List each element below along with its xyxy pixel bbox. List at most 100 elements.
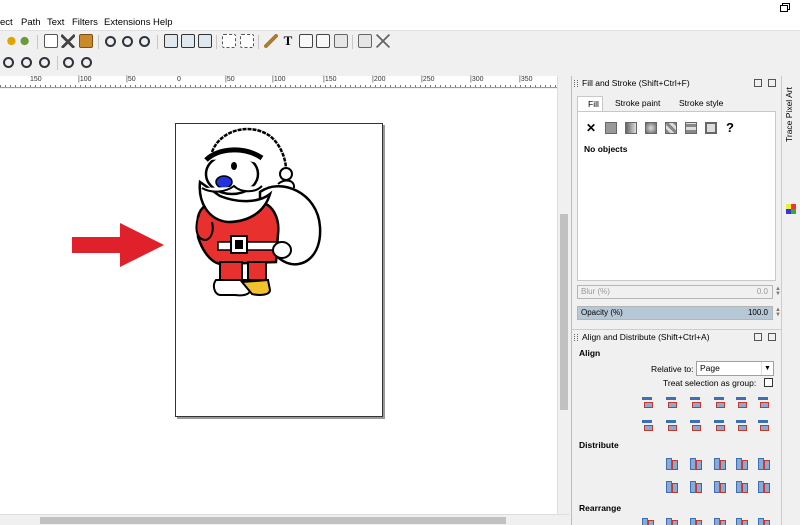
rearrange-icon[interactable] — [664, 516, 679, 525]
window-restore-icon[interactable] — [780, 3, 790, 12]
align-left-icon[interactable] — [664, 394, 679, 409]
ruler-label: |50 — [126, 76, 136, 83]
distribute-baseline-h-icon[interactable] — [756, 456, 771, 471]
unknown-paint-icon[interactable]: ? — [726, 121, 738, 134]
vertical-scrollbar[interactable] — [557, 76, 569, 514]
distribute-center-h-icon[interactable] — [688, 456, 703, 471]
align-center-vertical-icon[interactable] — [688, 394, 703, 409]
horizontal-scrollbar[interactable] — [0, 514, 569, 525]
grip-icon[interactable] — [574, 334, 578, 341]
ruler-label: |300 — [470, 76, 484, 83]
menu-extensions[interactable]: Extensions — [104, 17, 150, 28]
rearrange-icon[interactable] — [756, 516, 771, 525]
distribute-baseline-v-icon[interactable] — [756, 479, 771, 494]
ungroup-icon[interactable] — [240, 34, 254, 48]
flat-color-icon[interactable] — [605, 122, 617, 134]
align-left-edge-icon[interactable] — [734, 394, 749, 409]
align-right-edge-icon[interactable] — [640, 394, 655, 409]
preferences-icon[interactable] — [376, 34, 390, 48]
text-icon[interactable]: T — [281, 34, 295, 48]
menu-filters[interactable]: Filters — [72, 17, 98, 28]
clone-icon[interactable] — [181, 34, 195, 48]
align-bottom-icon[interactable] — [712, 417, 727, 432]
toolbar-separator — [157, 35, 158, 49]
document-properties-icon[interactable] — [358, 34, 372, 48]
menu-help[interactable]: Help — [153, 17, 173, 28]
grip-icon[interactable] — [574, 80, 578, 87]
align-text-baseline-icon[interactable] — [756, 394, 771, 409]
unlink-clone-icon[interactable] — [198, 34, 212, 48]
fill-stroke-icon[interactable] — [264, 34, 278, 48]
layers-icon[interactable] — [299, 34, 313, 48]
panel-close-icon[interactable] — [768, 79, 776, 87]
distribute-right-icon[interactable] — [712, 456, 727, 471]
duplicate-icon[interactable] — [164, 34, 178, 48]
rearrange-icon[interactable] — [734, 516, 749, 525]
zoom-next-icon[interactable] — [81, 57, 92, 68]
trace-pixel-art-tab[interactable]: Trace Pixel Art — [781, 76, 800, 525]
menu-object[interactable]: ect — [0, 17, 13, 28]
blur-slider[interactable]: Blur (%) 0.0 ▲ ▼ — [577, 285, 781, 299]
align-top-edge-icon[interactable] — [734, 417, 749, 432]
zoom-previous-icon[interactable] — [63, 57, 74, 68]
cut-icon[interactable] — [61, 34, 75, 48]
align-distribute-icon[interactable] — [334, 34, 348, 48]
align-top-icon[interactable] — [664, 417, 679, 432]
tab-stroke-style[interactable]: Stroke style — [669, 96, 729, 111]
tab-stroke-paint[interactable]: Stroke paint — [605, 96, 667, 111]
zoom-toolbar — [0, 52, 800, 74]
distribute-left-icon[interactable] — [664, 456, 679, 471]
align-title: Align and Distribute (Shift+Ctrl+A) — [582, 332, 710, 342]
zoom-out-icon[interactable] — [21, 57, 32, 68]
relative-to-select[interactable]: Page ▼ — [696, 361, 774, 376]
zoom-drawing-icon[interactable] — [122, 36, 133, 47]
redo-icon[interactable] — [19, 34, 33, 48]
distribute-center-v-icon[interactable] — [688, 479, 703, 494]
menu-text[interactable]: Text — [47, 17, 64, 28]
no-paint-icon[interactable]: ✕ — [586, 122, 598, 134]
treat-as-group-checkbox[interactable] — [764, 378, 773, 387]
menu-path[interactable]: Path — [21, 17, 41, 28]
rearrange-icon[interactable] — [712, 516, 727, 525]
swatch-icon[interactable] — [685, 122, 697, 134]
ruler-label: |100 — [78, 76, 92, 83]
zoom-page-icon[interactable] — [139, 36, 150, 47]
undo-icon[interactable] — [3, 34, 17, 48]
xml-editor-icon[interactable] — [316, 34, 330, 48]
distribute-bottom-icon[interactable] — [712, 479, 727, 494]
zoom-1-1-icon[interactable] — [39, 57, 50, 68]
linear-gradient-icon[interactable] — [625, 122, 637, 134]
align-right-icon[interactable] — [712, 394, 727, 409]
unset-paint-icon[interactable] — [705, 122, 717, 134]
distribute-gaps-h-icon[interactable] — [734, 456, 749, 471]
drawing-canvas[interactable] — [0, 89, 557, 514]
zoom-selection-icon[interactable] — [105, 36, 116, 47]
align-baseline-icon[interactable] — [756, 417, 771, 432]
color-swatch-icon[interactable] — [786, 204, 796, 214]
group-icon[interactable] — [222, 34, 236, 48]
copy-icon[interactable] — [44, 34, 58, 48]
distribute-top-icon[interactable] — [664, 479, 679, 494]
panel-close-icon[interactable] — [768, 333, 776, 341]
opacity-label: Opacity (%) — [581, 308, 623, 317]
paste-icon[interactable] — [79, 34, 93, 48]
panel-iconify-icon[interactable] — [754, 333, 762, 341]
red-arrow-shape[interactable] — [72, 223, 166, 267]
santa-drawing[interactable] — [190, 122, 330, 307]
dock-panel: Fill and Stroke (Shift+Ctrl+F) Fill Stro… — [571, 76, 781, 525]
radial-gradient-icon[interactable] — [645, 122, 657, 134]
panel-iconify-icon[interactable] — [754, 79, 762, 87]
pattern-icon[interactable] — [665, 122, 677, 134]
vertical-scroll-thumb[interactable] — [560, 214, 568, 410]
distribute-gaps-v-icon[interactable] — [734, 479, 749, 494]
zoom-in-icon[interactable] — [3, 57, 14, 68]
align-center-horizontal-icon[interactable] — [688, 417, 703, 432]
opacity-slider[interactable]: Opacity (%) 100.0 ▲ ▼ — [577, 306, 781, 320]
align-bottom-edge-icon[interactable] — [640, 417, 655, 432]
tab-fill[interactable]: Fill — [577, 96, 603, 111]
horizontal-scroll-thumb[interactable] — [40, 517, 506, 524]
rearrange-icon[interactable] — [640, 516, 655, 525]
tab-label: Stroke style — [679, 98, 724, 108]
rearrange-icon[interactable] — [688, 516, 703, 525]
ruler-label: |350 — [519, 76, 533, 83]
